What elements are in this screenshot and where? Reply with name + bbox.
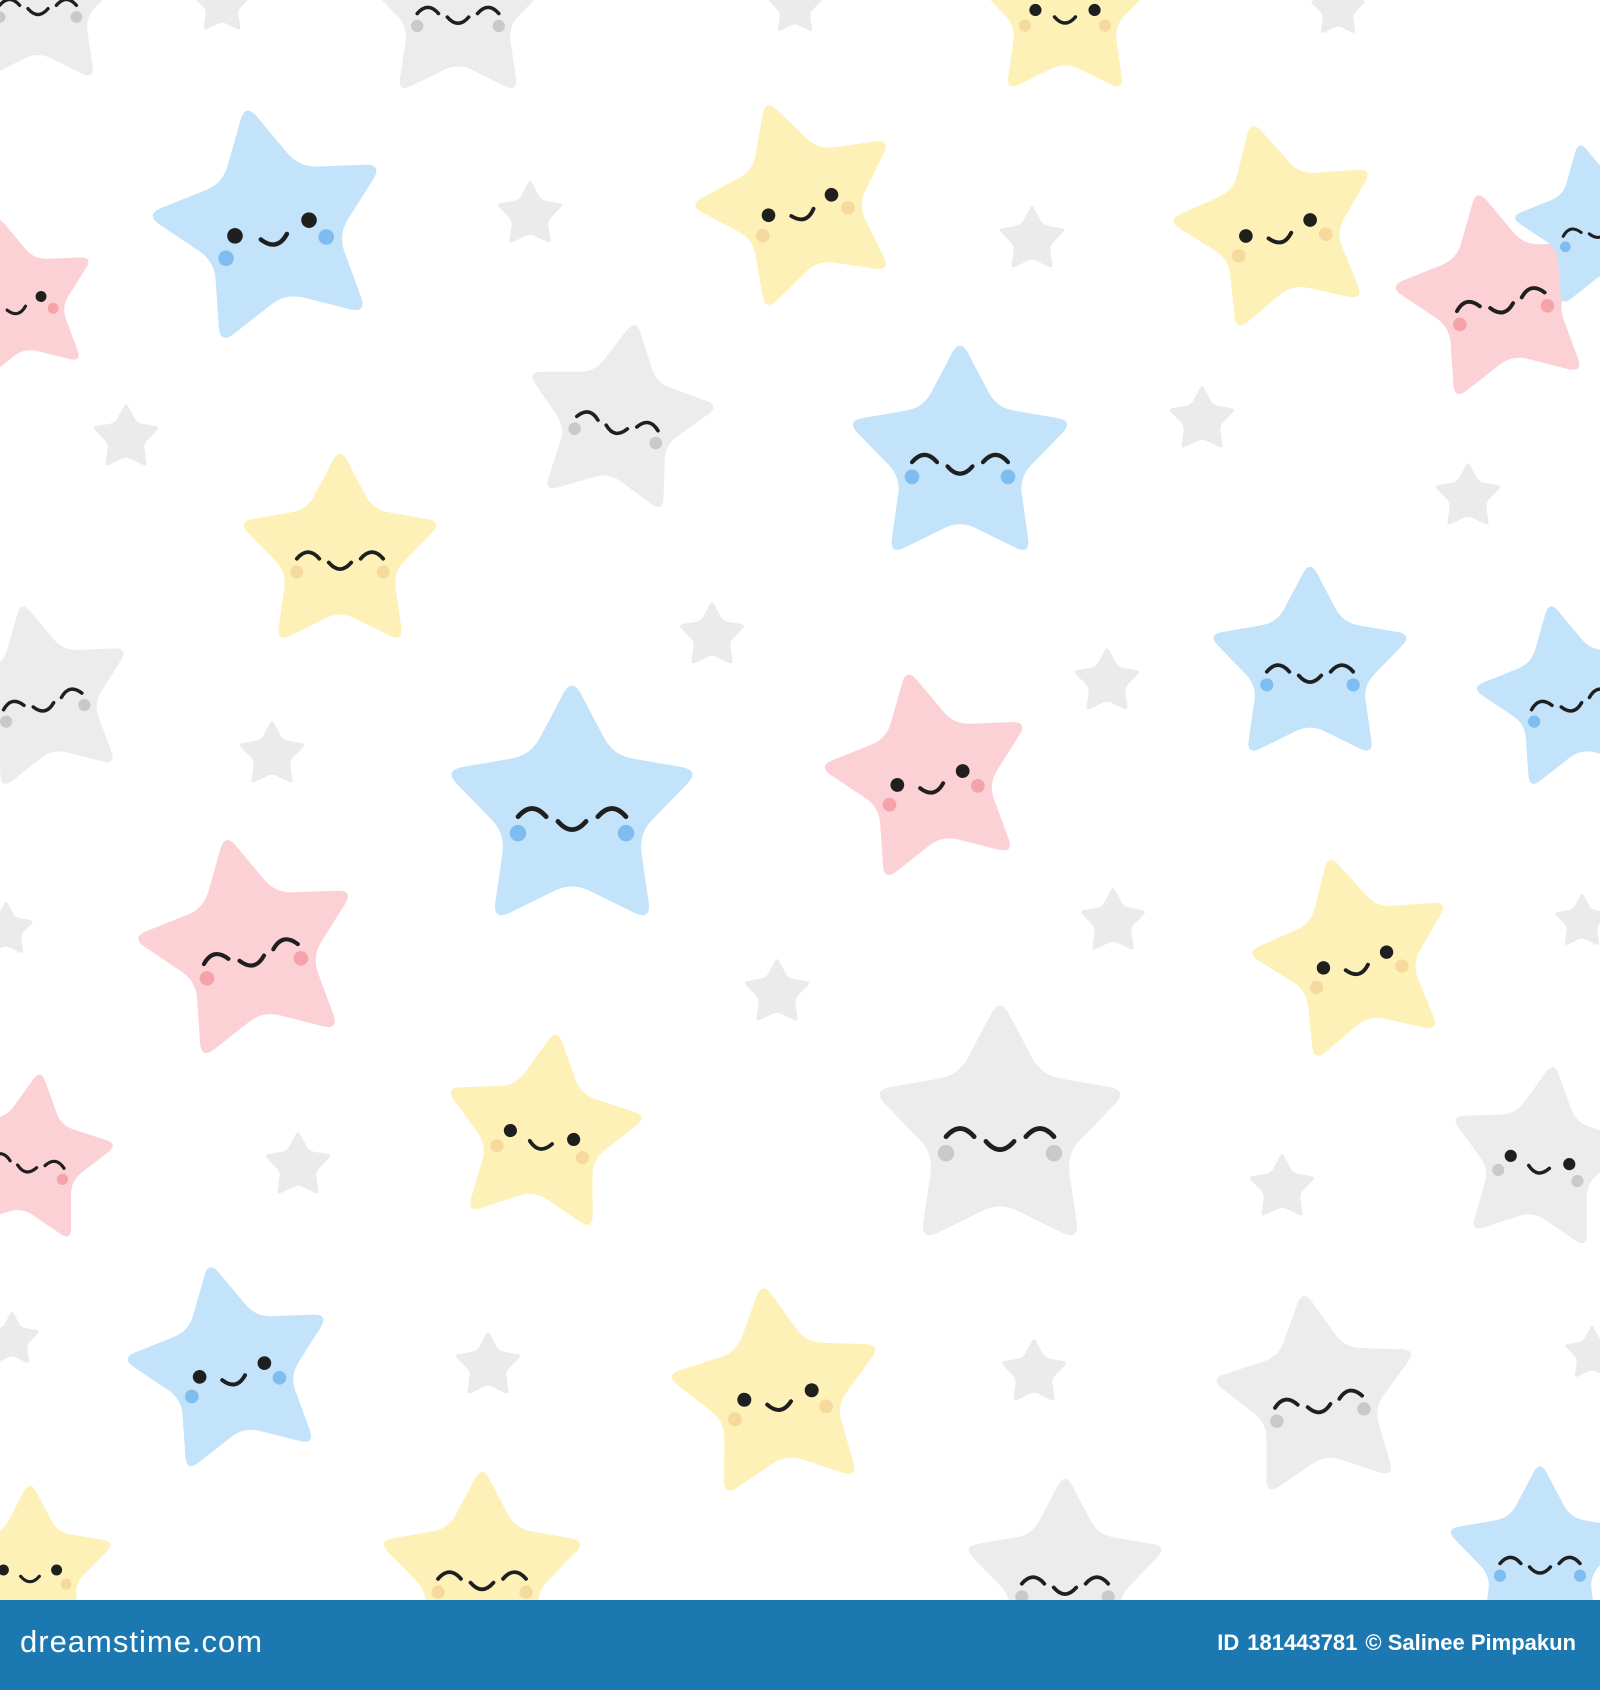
small-star-icon <box>999 206 1065 268</box>
smiling-star-icon <box>824 674 1023 876</box>
smiling-star-icon <box>1173 126 1368 326</box>
smiling-star-icon <box>243 453 437 638</box>
smiling-star-icon <box>152 110 377 338</box>
smiling-star-icon <box>127 1267 324 1467</box>
smiling-star-icon <box>383 1472 581 1600</box>
small-star-icon <box>497 181 563 243</box>
smiling-star-icon <box>671 1288 876 1491</box>
small-star-icon <box>265 1132 331 1194</box>
small-star-icon <box>196 0 248 30</box>
small-star-icon <box>1001 1339 1067 1401</box>
star-pattern <box>0 0 1600 1600</box>
smiling-star-icon <box>852 345 1068 550</box>
small-star-icon <box>1074 648 1140 710</box>
small-star-icon <box>744 959 810 1021</box>
small-star-icon <box>1311 0 1365 33</box>
smiling-star-icon <box>450 1034 642 1225</box>
smiling-star-icon <box>1476 606 1600 784</box>
small-star-icon <box>93 404 159 466</box>
small-star-icon <box>1565 1325 1600 1377</box>
smiling-star-icon <box>381 0 535 88</box>
smiling-star-icon <box>0 606 124 784</box>
image-id-credit: ID 181443781 © Salinee Pimpakun <box>1209 1630 1576 1656</box>
smiling-star-icon <box>0 220 89 368</box>
smiling-star-icon <box>0 1074 113 1237</box>
smiling-star-icon <box>695 105 886 305</box>
small-star-icon <box>1555 893 1600 945</box>
small-star-icon <box>0 1311 39 1363</box>
small-star-icon <box>768 0 822 31</box>
smiling-star-icon <box>0 1485 111 1600</box>
copyright-credit: © Salinee Pimpakun <box>1365 1630 1576 1655</box>
small-star-icon <box>1249 1154 1315 1216</box>
smiling-star-icon <box>879 1005 1121 1236</box>
smiling-star-icon <box>968 1478 1162 1600</box>
small-star-icon <box>455 1332 521 1394</box>
id-label: ID <box>1217 1630 1240 1655</box>
small-star-icon <box>1080 888 1146 950</box>
small-star-icon <box>679 602 745 664</box>
smiling-star-icon <box>990 0 1140 87</box>
small-star-icon <box>1435 463 1501 525</box>
watermark-footer-bar: dreamstime.com ID 181443781 © Salinee Pimp… <box>0 1600 1600 1690</box>
smiling-star-icon <box>0 0 103 76</box>
star-pattern-canvas <box>0 0 1600 1600</box>
smiling-star-icon <box>1455 1067 1600 1244</box>
small-star-icon <box>0 901 33 953</box>
smiling-star-icon <box>138 840 348 1054</box>
smiling-star-icon <box>451 685 693 916</box>
small-star-icon <box>239 721 305 783</box>
smiling-star-icon <box>1216 1295 1411 1490</box>
smiling-star-icon <box>1450 1466 1600 1600</box>
id-value: 181443781 <box>1247 1630 1358 1655</box>
smiling-star-icon <box>1213 566 1407 751</box>
smiling-star-icon <box>1252 859 1443 1056</box>
small-star-icon <box>1169 386 1235 448</box>
brand-logo-text: dreamstime.com <box>20 1624 264 1659</box>
smiling-star-icon <box>532 324 714 508</box>
